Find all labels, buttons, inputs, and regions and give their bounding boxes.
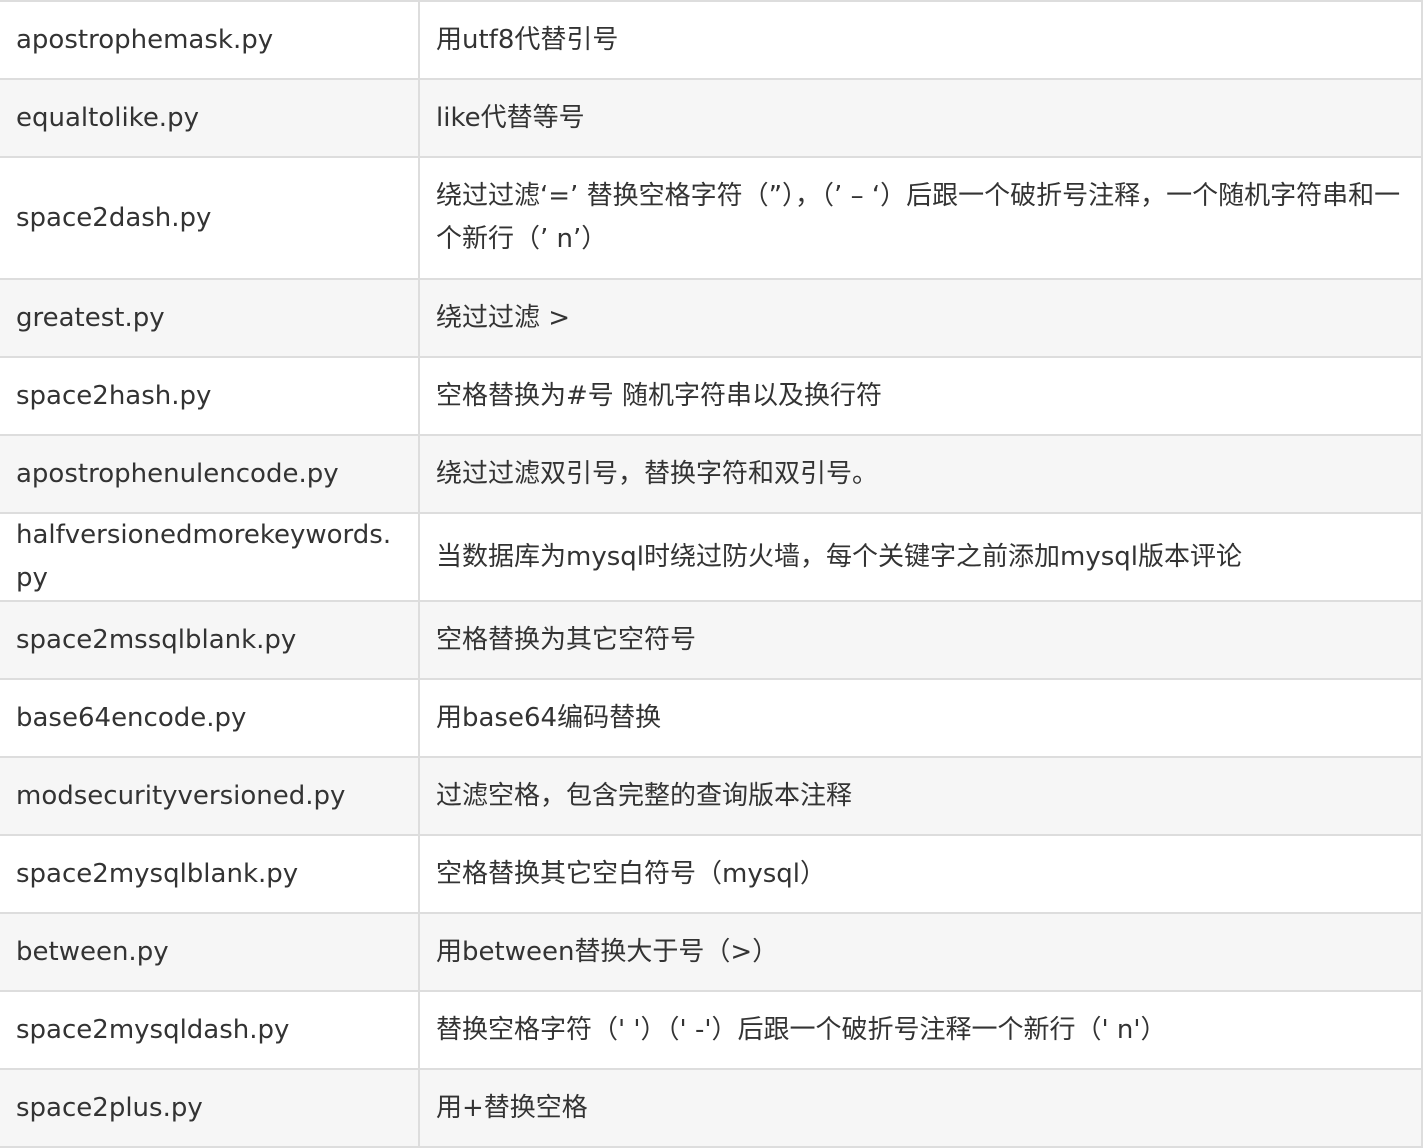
- script-name-cell: between.py: [0, 912, 420, 992]
- script-name-cell: space2mysqldash.py: [0, 990, 420, 1070]
- table-row: halfversionedmorekeywords.py 当数据库为mysql时…: [0, 512, 1423, 602]
- script-description-cell: 用+替换空格: [418, 1068, 1423, 1148]
- script-name-cell: space2plus.py: [0, 1068, 420, 1148]
- script-name-cell: base64encode.py: [0, 678, 420, 758]
- script-description-cell: 过滤空格，包含完整的查询版本注释: [418, 756, 1423, 836]
- script-description-cell: 空格替换其它空白符号（mysql）: [418, 834, 1423, 914]
- script-name-cell: space2hash.py: [0, 356, 420, 436]
- table-row: greatest.py 绕过过滤 >: [0, 278, 1423, 358]
- script-name-cell: greatest.py: [0, 278, 420, 358]
- table-row: space2hash.py 空格替换为#号 随机字符串以及换行符: [0, 356, 1423, 436]
- script-name-cell: equaltolike.py: [0, 78, 420, 158]
- table-row: space2mssqlblank.py 空格替换为其它空符号: [0, 600, 1423, 680]
- script-description-cell: 替换空格字符（' '）（' -'）后跟一个破折号注释一个新行（' n'）: [418, 990, 1423, 1070]
- script-description-cell: 当数据库为mysql时绕过防火墙，每个关键字之前添加mysql版本评论: [418, 512, 1423, 602]
- script-name-cell: space2mssqlblank.py: [0, 600, 420, 680]
- table-row: apostrophenulencode.py 绕过过滤双引号，替换字符和双引号。: [0, 434, 1423, 514]
- tamper-script-table: apostrophemask.py 用utf8代替引号 equaltolike.…: [0, 0, 1423, 1148]
- script-name-cell: apostrophemask.py: [0, 0, 420, 80]
- script-description-cell: 用base64编码替换: [418, 678, 1423, 758]
- table-row: modsecurityversioned.py 过滤空格，包含完整的查询版本注释: [0, 756, 1423, 836]
- script-name-cell: apostrophenulencode.py: [0, 434, 420, 514]
- script-description-cell: 绕过过滤双引号，替换字符和双引号。: [418, 434, 1423, 514]
- table-row: space2mysqlblank.py 空格替换其它空白符号（mysql）: [0, 834, 1423, 914]
- table-row: space2mysqldash.py 替换空格字符（' '）（' -'）后跟一个…: [0, 990, 1423, 1070]
- table-row: equaltolike.py like代替等号: [0, 78, 1423, 158]
- table-row: apostrophemask.py 用utf8代替引号: [0, 0, 1423, 80]
- script-description-cell: like代替等号: [418, 78, 1423, 158]
- script-description-cell: 绕过过滤‘=’ 替换空格字符（”），（’ – ‘）后跟一个破折号注释，一个随机字…: [418, 156, 1423, 280]
- script-name-cell: modsecurityversioned.py: [0, 756, 420, 836]
- script-description-cell: 空格替换为其它空符号: [418, 600, 1423, 680]
- table-row: base64encode.py 用base64编码替换: [0, 678, 1423, 758]
- script-description-cell: 用between替换大于号（>）: [418, 912, 1423, 992]
- table-row: space2plus.py 用+替换空格: [0, 1068, 1423, 1148]
- script-description-cell: 空格替换为#号 随机字符串以及换行符: [418, 356, 1423, 436]
- script-description-cell: 用utf8代替引号: [418, 0, 1423, 80]
- script-name-cell: halfversionedmorekeywords.py: [0, 512, 420, 602]
- script-name-cell: space2dash.py: [0, 156, 420, 280]
- table-row: between.py 用between替换大于号（>）: [0, 912, 1423, 992]
- script-name-cell: space2mysqlblank.py: [0, 834, 420, 914]
- table-row: space2dash.py 绕过过滤‘=’ 替换空格字符（”），（’ – ‘）后…: [0, 156, 1423, 280]
- script-description-cell: 绕过过滤 >: [418, 278, 1423, 358]
- table-body: apostrophemask.py 用utf8代替引号 equaltolike.…: [0, 0, 1423, 1148]
